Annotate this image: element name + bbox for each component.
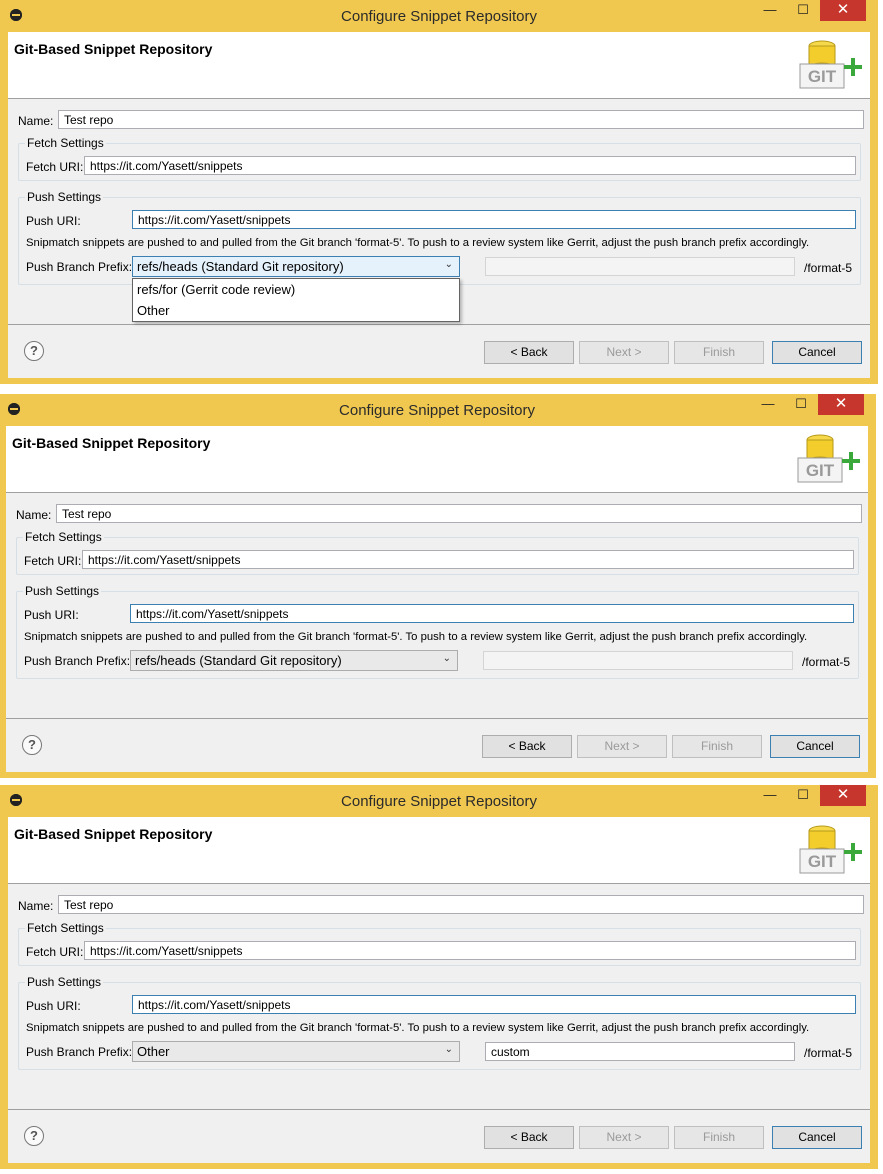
push-branch-prefix-combo[interactable]: refs/heads (Standard Git repository) ⌄ bbox=[132, 256, 460, 277]
dialog-client: Git-Based Snippet Repository GIT Name: T… bbox=[8, 32, 870, 378]
push-branch-prefix-value: refs/heads (Standard Git repository) bbox=[135, 653, 342, 668]
name-input[interactable]: Test repo bbox=[56, 504, 862, 523]
push-info-text: Snipmatch snippets are pushed to and pul… bbox=[26, 1022, 810, 1034]
window-title: Configure Snippet Repository bbox=[341, 8, 537, 25]
git-repository-icon: GIT bbox=[799, 825, 862, 874]
git-icon-text: GIT bbox=[806, 461, 835, 480]
minimize-icon[interactable]: — bbox=[757, 785, 783, 806]
dialog-client: Git-Based Snippet Repository GIT Name: T… bbox=[8, 817, 870, 1163]
wizard-header: Git-Based Snippet Repository GIT bbox=[6, 426, 868, 493]
dialog-window-2: Configure Snippet Repository — ☐ ✕ Git-B… bbox=[0, 394, 876, 778]
push-uri-label: Push URI: bbox=[24, 608, 79, 622]
prefix-option[interactable]: refs/for (Gerrit code review) bbox=[133, 279, 459, 300]
maximize-icon[interactable]: ☐ bbox=[788, 394, 814, 415]
git-icon-text: GIT bbox=[808, 67, 837, 86]
prefix-dropdown-list: refs/for (Gerrit code review) Other bbox=[132, 278, 460, 322]
custom-prefix-input[interactable] bbox=[485, 257, 795, 276]
cancel-button[interactable]: Cancel bbox=[772, 1126, 862, 1149]
prefix-option[interactable]: Other bbox=[133, 300, 459, 321]
next-button[interactable]: Next > bbox=[579, 1126, 669, 1149]
fetch-uri-label: Fetch URI: bbox=[24, 554, 82, 568]
next-button[interactable]: Next > bbox=[579, 341, 669, 364]
push-settings-label: Push Settings bbox=[25, 975, 104, 989]
push-uri-input[interactable]: https://it.com/Yasett/snippets bbox=[132, 995, 856, 1014]
back-button[interactable]: < Back bbox=[484, 341, 574, 364]
push-branch-prefix-combo[interactable]: refs/heads (Standard Git repository) ⌄ bbox=[130, 650, 458, 671]
button-bar-separator bbox=[8, 1109, 870, 1110]
branch-suffix-label: /format-5 bbox=[804, 261, 853, 275]
close-icon[interactable]: ✕ bbox=[820, 0, 866, 21]
title-bar[interactable]: Configure Snippet Repository — ☐ ✕ bbox=[0, 394, 876, 426]
maximize-icon[interactable]: ☐ bbox=[790, 785, 816, 806]
minimize-icon[interactable]: — bbox=[757, 0, 783, 21]
window-title: Configure Snippet Repository bbox=[341, 793, 537, 810]
chevron-down-icon[interactable]: ⌄ bbox=[445, 1044, 453, 1055]
help-icon[interactable]: ? bbox=[24, 1126, 44, 1146]
cancel-button[interactable]: Cancel bbox=[772, 341, 862, 364]
fetch-uri-label: Fetch URI: bbox=[26, 160, 84, 174]
close-icon[interactable]: ✕ bbox=[820, 785, 866, 806]
wizard-title: Git-Based Snippet Repository bbox=[14, 826, 213, 842]
fetch-settings-label: Fetch Settings bbox=[25, 136, 106, 150]
maximize-icon[interactable]: ☐ bbox=[790, 0, 816, 21]
button-bar-separator bbox=[8, 324, 870, 325]
wizard-header: Git-Based Snippet Repository GIT bbox=[8, 817, 870, 884]
push-branch-prefix-label: Push Branch Prefix: bbox=[26, 260, 133, 274]
name-input[interactable]: Test repo bbox=[58, 895, 864, 914]
minimize-icon[interactable]: — bbox=[755, 394, 781, 415]
title-bar[interactable]: Configure Snippet Repository — ☐ ✕ bbox=[0, 785, 878, 817]
push-info-text: Snipmatch snippets are pushed to and pul… bbox=[26, 237, 810, 249]
chevron-down-icon[interactable]: ⌄ bbox=[443, 653, 451, 664]
name-label: Name: bbox=[16, 508, 52, 522]
wizard-title: Git-Based Snippet Repository bbox=[12, 435, 211, 451]
git-repository-icon: GIT bbox=[799, 40, 862, 89]
push-branch-prefix-combo[interactable]: Other ⌄ bbox=[132, 1041, 460, 1062]
dialog-window-1: Configure Snippet Repository — ☐ ✕ Git-B… bbox=[0, 0, 878, 384]
finish-button[interactable]: Finish bbox=[674, 1126, 764, 1149]
back-button[interactable]: < Back bbox=[482, 735, 572, 758]
help-icon[interactable]: ? bbox=[24, 341, 44, 361]
push-info-text: Snipmatch snippets are pushed to and pul… bbox=[24, 631, 808, 643]
wizard-title: Git-Based Snippet Repository bbox=[14, 41, 213, 57]
name-label: Name: bbox=[18, 114, 54, 128]
finish-button[interactable]: Finish bbox=[674, 341, 764, 364]
custom-prefix-input[interactable] bbox=[483, 651, 793, 670]
cancel-button[interactable]: Cancel bbox=[770, 735, 860, 758]
fetch-uri-input[interactable]: https://it.com/Yasett/snippets bbox=[82, 550, 854, 569]
name-label: Name: bbox=[18, 899, 54, 913]
fetch-settings-label: Fetch Settings bbox=[23, 530, 104, 544]
branch-suffix-label: /format-5 bbox=[804, 1046, 853, 1060]
push-uri-label: Push URI: bbox=[26, 999, 81, 1013]
fetch-uri-label: Fetch URI: bbox=[26, 945, 84, 959]
push-uri-input[interactable]: https://it.com/Yasett/snippets bbox=[130, 604, 854, 623]
push-branch-prefix-value: refs/heads (Standard Git repository) bbox=[137, 259, 344, 274]
chevron-down-icon[interactable]: ⌄ bbox=[445, 259, 453, 270]
window-title: Configure Snippet Repository bbox=[339, 402, 535, 419]
push-branch-prefix-value: Other bbox=[137, 1044, 170, 1059]
fetch-uri-input[interactable]: https://it.com/Yasett/snippets bbox=[84, 156, 856, 175]
name-input[interactable]: Test repo bbox=[58, 110, 864, 129]
next-button[interactable]: Next > bbox=[577, 735, 667, 758]
push-branch-prefix-label: Push Branch Prefix: bbox=[24, 654, 131, 668]
title-bar[interactable]: Configure Snippet Repository — ☐ ✕ bbox=[0, 0, 878, 32]
wizard-header: Git-Based Snippet Repository GIT bbox=[8, 32, 870, 99]
close-icon[interactable]: ✕ bbox=[818, 394, 864, 415]
dialog-client: Git-Based Snippet Repository GIT Name: T… bbox=[6, 426, 868, 772]
git-icon-text: GIT bbox=[808, 852, 837, 871]
push-branch-prefix-label: Push Branch Prefix: bbox=[26, 1045, 133, 1059]
finish-button[interactable]: Finish bbox=[672, 735, 762, 758]
push-uri-label: Push URI: bbox=[26, 214, 81, 228]
git-repository-icon: GIT bbox=[797, 434, 860, 483]
back-button[interactable]: < Back bbox=[484, 1126, 574, 1149]
push-settings-label: Push Settings bbox=[23, 584, 102, 598]
button-bar-separator bbox=[6, 718, 868, 719]
custom-prefix-input[interactable]: custom bbox=[485, 1042, 795, 1061]
dialog-window-3: Configure Snippet Repository — ☐ ✕ Git-B… bbox=[0, 785, 878, 1169]
fetch-settings-label: Fetch Settings bbox=[25, 921, 106, 935]
help-icon[interactable]: ? bbox=[22, 735, 42, 755]
branch-suffix-label: /format-5 bbox=[802, 655, 851, 669]
push-settings-label: Push Settings bbox=[25, 190, 104, 204]
fetch-uri-input[interactable]: https://it.com/Yasett/snippets bbox=[84, 941, 856, 960]
push-uri-input[interactable]: https://it.com/Yasett/snippets bbox=[132, 210, 856, 229]
